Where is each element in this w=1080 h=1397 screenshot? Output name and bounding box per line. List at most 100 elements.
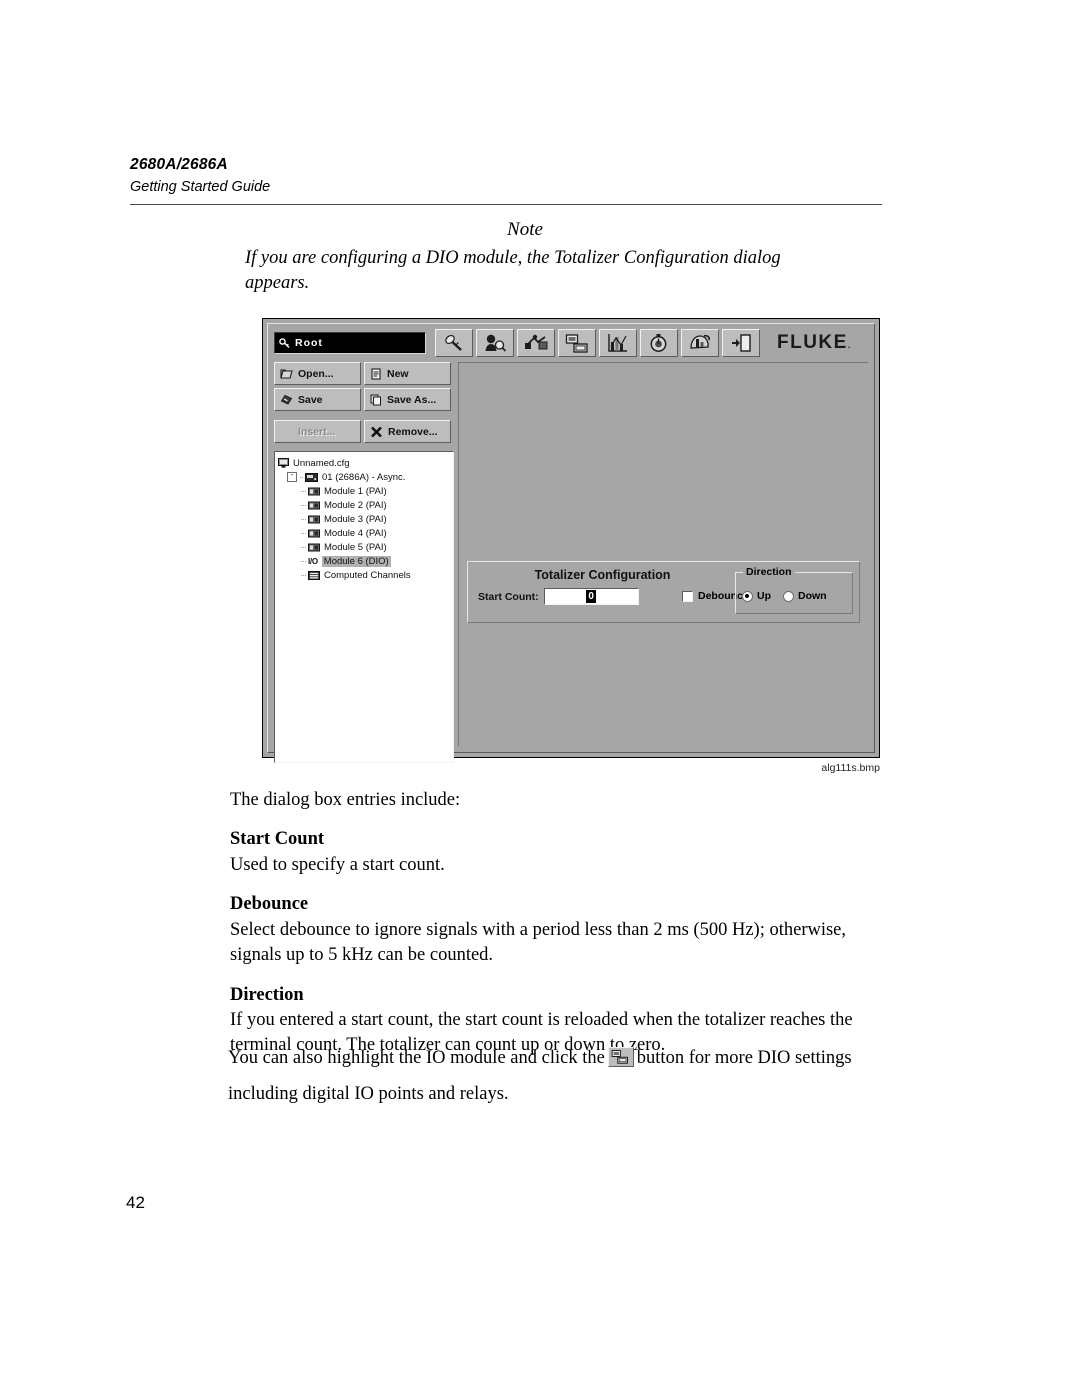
timer-icon-button[interactable]	[640, 329, 678, 357]
module-icon	[308, 515, 320, 523]
insert-button[interactable]: Insert...	[274, 420, 361, 443]
computer-icon-button[interactable]	[558, 329, 596, 357]
header-model: 2680A/2686A	[130, 156, 228, 173]
person-inspector-icon	[485, 334, 507, 352]
person-inspector-icon-button[interactable]	[476, 329, 514, 357]
save-button-label: Save	[298, 393, 323, 406]
floppy-disk-icon	[280, 394, 293, 405]
module-icon	[308, 529, 320, 537]
totalizer-configuration-panel: Totalizer Configuration Start Count: 0 D…	[467, 561, 860, 623]
computer-icon	[565, 334, 588, 353]
page-number: 42	[126, 1193, 145, 1212]
tree-connector: ···	[300, 486, 307, 496]
edit-button-group: Insert... Remove...	[274, 420, 454, 443]
direction-group: Direction Up Down	[735, 566, 853, 614]
new-button[interactable]: New	[364, 362, 451, 385]
toolbar: Root FLUKE.	[274, 328, 868, 358]
debounce-checkbox[interactable]	[682, 590, 693, 602]
tree-connector: ···	[300, 556, 307, 566]
module-icon	[308, 543, 320, 551]
tree-connector: ···	[300, 570, 307, 580]
tree-item-module-5[interactable]: ··· Module 5 (PAI)	[278, 540, 450, 554]
direction-legend: Direction	[743, 566, 795, 578]
tree-item-label: Unnamed.cfg	[293, 457, 350, 469]
tree-item-label: Module 3 (PAI)	[324, 513, 387, 525]
exit-door-icon-button[interactable]	[722, 329, 760, 357]
new-document-icon	[371, 367, 381, 380]
chart-icon-button[interactable]	[599, 329, 637, 357]
tree-connector: ···	[300, 542, 307, 552]
heading-direction: Direction	[230, 984, 304, 1005]
wiring-tool-icon-button[interactable]	[517, 329, 555, 357]
print-data-icon-button[interactable]	[681, 329, 719, 357]
folder-open-icon	[280, 368, 293, 379]
tree-item-module-2[interactable]: ··· Module 2 (PAI)	[278, 498, 450, 512]
heading-debounce: Debounce	[230, 894, 309, 915]
timer-icon	[650, 334, 667, 352]
configuration-tree[interactable]: Unnamed.cfg - ·· 01 (2686A) - Async. ···…	[274, 451, 454, 763]
chart-icon	[608, 334, 627, 352]
tree-expander-icon[interactable]: -	[287, 472, 297, 482]
start-count-value: 0	[586, 590, 596, 603]
radio-down-icon[interactable]	[783, 590, 794, 602]
tree-item-label: Module 4 (PAI)	[324, 527, 387, 539]
save-as-icon	[370, 394, 381, 405]
direction-down-label: Down	[798, 590, 827, 602]
tree-connector: ··	[299, 472, 304, 482]
fluke-logo-text: FLUKE	[777, 332, 848, 353]
section-debounce: Debounce Select debounce to ignore signa…	[230, 892, 870, 967]
tree-item-instrument[interactable]: - ·· 01 (2686A) - Async.	[278, 470, 450, 484]
tree-item-module-3[interactable]: ··· Module 3 (PAI)	[278, 512, 450, 526]
text-debounce: Select debounce to ignore signals with a…	[230, 920, 847, 965]
tree-item-label: Module 6 (DIO)	[321, 555, 391, 567]
module-icon	[308, 501, 320, 509]
tree-item-module-1[interactable]: ··· Module 1 (PAI)	[278, 484, 450, 498]
figure-caption: alg111s.bmp	[821, 762, 880, 774]
header-divider	[130, 203, 882, 205]
x-mark-icon	[371, 426, 382, 437]
key-icon	[279, 337, 290, 348]
remove-button[interactable]: Remove...	[364, 420, 451, 443]
computer-icon-glyph	[611, 1050, 628, 1064]
note-title: Note	[507, 219, 543, 240]
root-label: Root	[295, 337, 323, 349]
instrument-icon	[305, 472, 318, 482]
save-as-button[interactable]: Save As...	[364, 388, 451, 411]
note-block: Note If you are configuring a DIO module…	[245, 218, 885, 297]
computed-channels-icon	[308, 570, 320, 580]
direction-option-down[interactable]: Down	[783, 590, 827, 602]
direction-option-up[interactable]: Up	[742, 590, 771, 602]
wiring-tool-icon	[525, 334, 548, 350]
tree-item-computed-channels[interactable]: ··· Computed Channels	[278, 568, 450, 582]
insert-button-label: Insert...	[298, 425, 336, 438]
tree-item-root[interactable]: Unnamed.cfg	[278, 456, 450, 470]
probe-icon-button[interactable]	[435, 329, 473, 357]
remove-button-label: Remove...	[388, 425, 438, 438]
figure: Root FLUKE. Open... New Save Save As... …	[262, 318, 882, 774]
radio-up-icon[interactable]	[742, 590, 753, 602]
tree-item-label: Computed Channels	[324, 569, 411, 581]
header-subtitle: Getting Started Guide	[130, 178, 271, 195]
tree-connector: ···	[300, 500, 307, 510]
save-button[interactable]: Save	[274, 388, 361, 411]
computer-icon	[278, 458, 289, 468]
tail-paragraph: You can also highlight the IO module and…	[228, 1040, 878, 1112]
intro-paragraph: The dialog box entries include:	[230, 790, 461, 810]
left-command-pane: Open... New Save Save As... Insert... Re…	[274, 362, 454, 763]
start-count-input[interactable]: 0	[543, 588, 639, 605]
totalizer-title: Totalizer Configuration	[534, 568, 671, 582]
tree-item-module-6-dio[interactable]: ··· I/O Module 6 (DIO)	[278, 554, 450, 568]
work-area: Totalizer Configuration Start Count: 0 D…	[458, 362, 868, 746]
root-selector[interactable]: Root	[274, 332, 426, 354]
tree-connector: ···	[300, 528, 307, 538]
io-module-icon: I/O	[308, 556, 318, 566]
computer-icon	[607, 1047, 634, 1067]
tree-connector: ···	[300, 514, 307, 524]
exit-door-icon	[732, 334, 751, 352]
tree-item-module-4[interactable]: ··· Module 4 (PAI)	[278, 526, 450, 540]
open-button[interactable]: Open...	[274, 362, 361, 385]
fluke-logo-mark: .	[847, 340, 852, 350]
tree-item-label: Module 1 (PAI)	[324, 485, 387, 497]
text-start-count: Used to specify a start count.	[230, 854, 445, 875]
tree-item-label: 01 (2686A) - Async.	[322, 471, 406, 483]
